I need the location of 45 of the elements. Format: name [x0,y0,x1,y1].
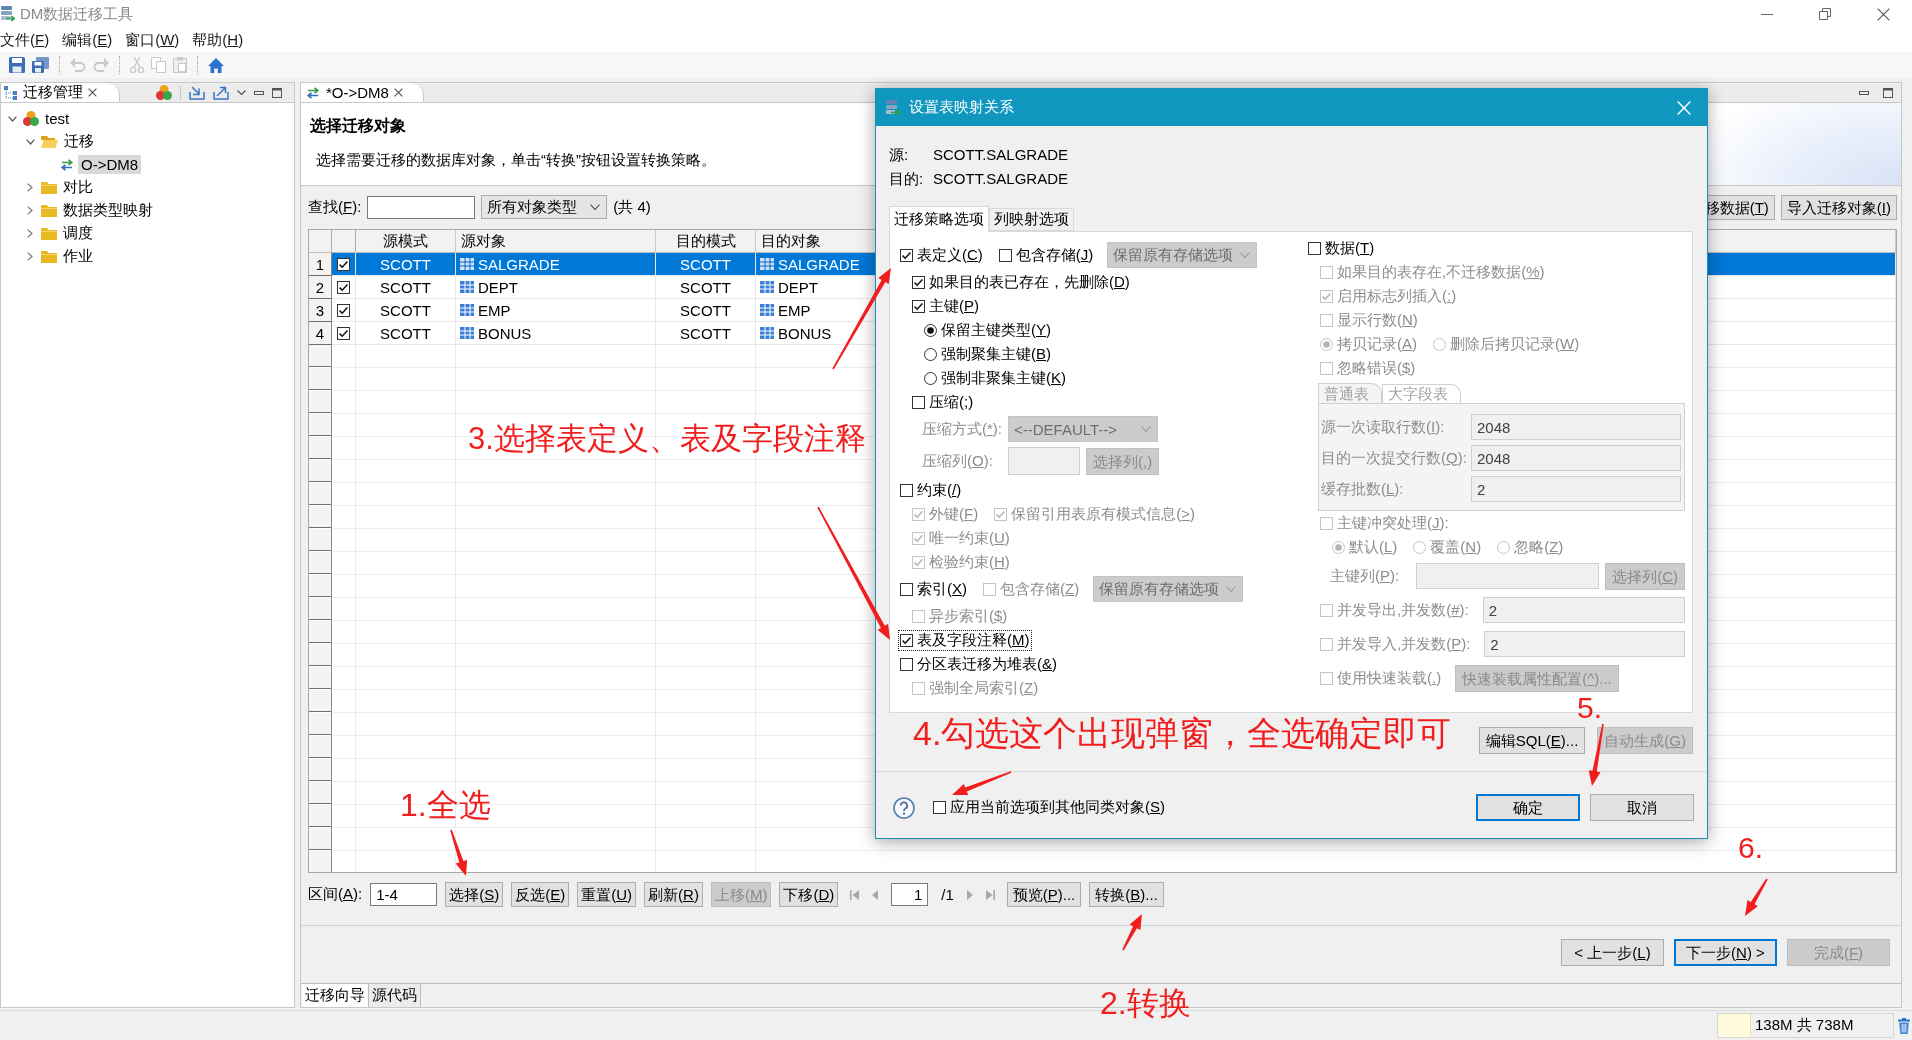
annotation-text: 4.勾选这个出现弹窗，全选确定即可 [913,716,1452,750]
annotation-text: 5. [1577,693,1603,723]
table-cell: SCOTT [680,324,731,342]
table-cell: EMP [778,301,811,319]
table-cell: BONUS [478,324,532,342]
table-cell: SCOTT [380,324,431,342]
search-label: 查找(F): [308,197,362,217]
table-cell: SALGRADE [478,255,560,273]
field-label: 目的: [889,170,925,188]
table-cell: SCOTT [680,278,731,296]
annotation-text: 1.全选 [400,789,491,821]
row-number: 4 [309,322,332,345]
option-label: 主键列(P): [1330,566,1401,586]
annotation-text: 3.选择表定义、表及字段注释 [468,423,866,454]
table-cell: SCOTT [680,301,731,319]
page-total: /1 [941,886,954,903]
dialog-title: 设置表映射关系 [909,98,1014,117]
table-cell: SCOTT [680,255,731,273]
memory-reading: 138M 共 738M [1754,1016,1854,1035]
table-cell: DEPT [478,278,518,296]
row-number: 2 [309,276,332,299]
field-label: 目的一次提交行数(Q): [1321,448,1468,468]
window-title: DM数据迁移工具 [20,4,134,24]
option-label: 压缩方式(*): [922,419,1002,439]
table-cell: BONUS [778,324,832,342]
field-label: 缓存批数(L): [1321,479,1405,499]
table-cell: EMP [478,301,511,319]
annotation-text: 6. [1738,833,1764,863]
table-cell: SCOTT [380,301,431,319]
page-title: 选择迁移对象 [310,116,406,136]
table-cell: SCOTT [380,255,431,273]
field-label: 源: [889,146,910,164]
range-label: 区间(A): [308,885,363,904]
table-cell: SALGRADE [778,255,860,273]
field-value: SCOTT.SALGRADE [933,170,1069,188]
row-number: 1 [309,253,332,276]
option-label: 压缩列(O): [922,451,994,471]
field-value: SCOTT.SALGRADE [933,146,1069,164]
table-cell: DEPT [778,278,818,296]
object-count: (共 4) [613,197,651,217]
page-description: 选择需要迁移的数据库对象，单击“转换”按钮设置转换策略。 [316,151,716,170]
row-number: 3 [309,299,332,322]
field-label: 源一次读取行数(I): [1321,417,1446,437]
table-cell: SCOTT [380,278,431,296]
annotation-text: 2.转换 [1100,987,1191,1019]
